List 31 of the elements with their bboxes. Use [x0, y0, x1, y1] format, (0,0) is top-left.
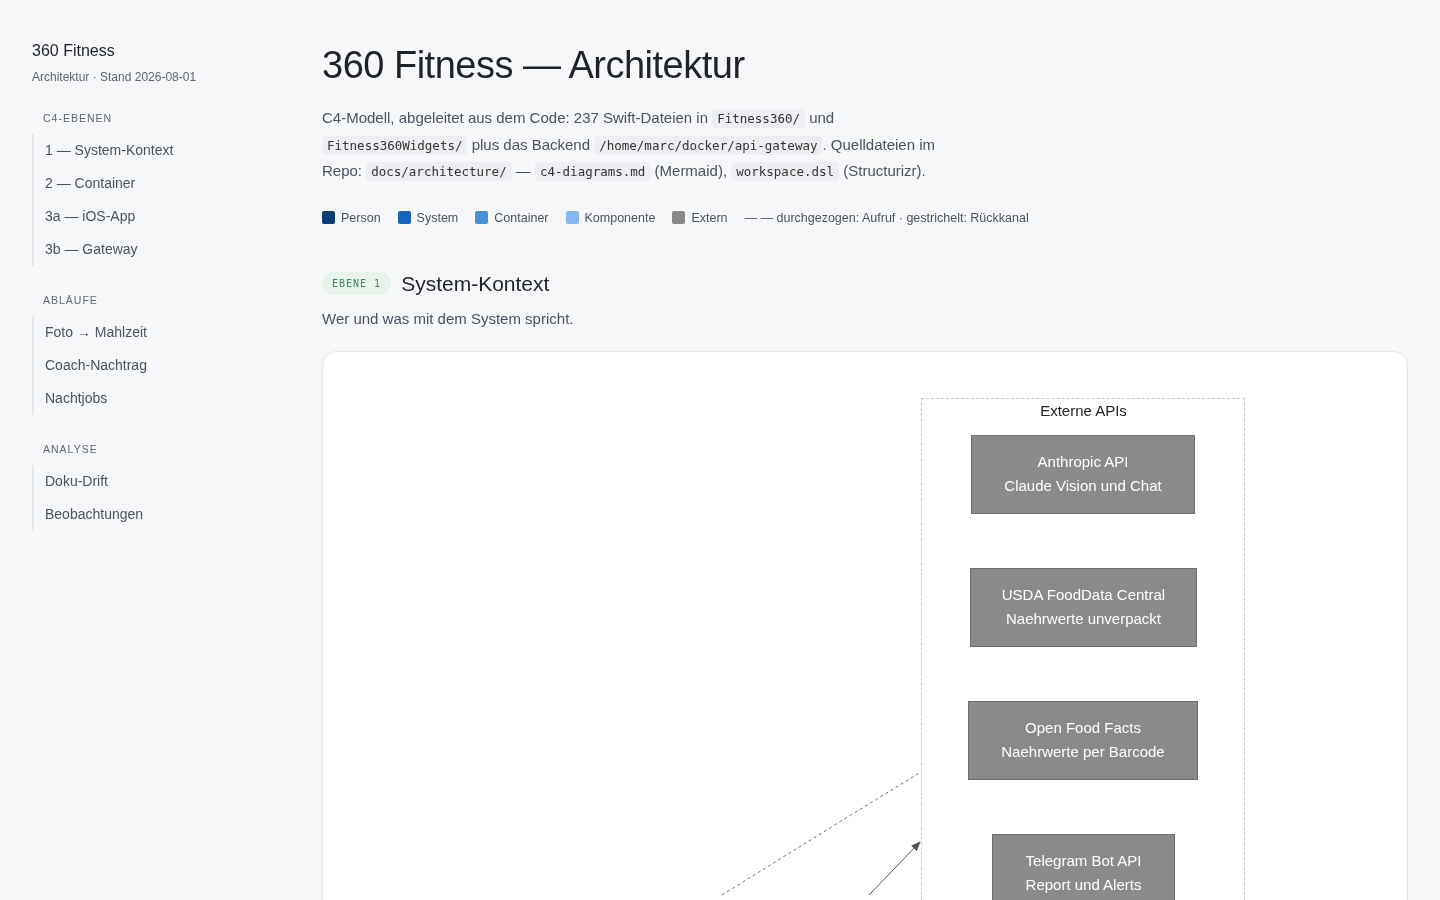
nav-link[interactable]: 1 — System-Kontext [34, 134, 290, 167]
legend-label: System [416, 210, 459, 225]
nav-link[interactable]: Beobachtungen [34, 498, 290, 531]
diagram-node: Telegram Bot API Report und Alerts [992, 833, 1175, 900]
section-title: System-Kontext [401, 271, 550, 296]
line-legend-text: — — durchgezogen: Aufruf · gestrichelt: Rückkanal [744, 210, 1029, 225]
nav-link[interactable]: Doku-Drift [34, 465, 290, 498]
arrow-connector [868, 840, 921, 895]
app-title: 360 Fitness [32, 42, 116, 60]
nav-group-heading: ANALYSE [43, 443, 99, 455]
nav-link[interactable]: Nachtjobs [34, 382, 290, 415]
nav-group-heading: C4-EBENEN [43, 112, 114, 124]
legend-label: Container [494, 210, 549, 225]
page-title: 360 Fitness — Architektur [322, 44, 746, 87]
nav-link[interactable]: Coach-Nachtrag [34, 349, 290, 382]
nav-link[interactable]: 2 — Container [34, 167, 290, 200]
nav-link[interactable]: 3b — Gateway [34, 233, 290, 266]
diagram-node: USDA FoodData Central Naehrwerte unverpackt [970, 567, 1197, 647]
legend-label: Person [341, 210, 381, 225]
legend-label: Extern [691, 210, 728, 225]
intro-text: C4-Modell, abgeleitet aus dem Code: 237 Swift-Dateien in Fitness360/ und Fitness360Widgets/ plus das Backend /home/marc/docker/api-gateway . Quelldateien im Repo: docs/architecture/ — c4-diagrams.md (Mermaid), workspace.dsl (Structurizr). [322, 108, 937, 183]
nav-group-heading: ABLÄUFE [43, 294, 99, 306]
app-subtitle: Architektur · Stand 2026-08-01 [32, 70, 198, 84]
nav-link[interactable]: 3a — iOS-App [34, 200, 290, 233]
level-badge: EBENE 1 [322, 272, 392, 295]
section-description: Wer und was mit dem System spricht. [322, 309, 575, 327]
legend-label: Komponente [584, 210, 656, 225]
cluster-title: Externe APIs [1039, 401, 1128, 419]
diagram-node: Anthropic API Claude Vision und Chat [971, 434, 1195, 514]
diagram-node: Open Food Facts Naehrwerte per Barcode [968, 700, 1198, 780]
nav-link[interactable]: Foto → Mahlzeit [34, 316, 290, 349]
